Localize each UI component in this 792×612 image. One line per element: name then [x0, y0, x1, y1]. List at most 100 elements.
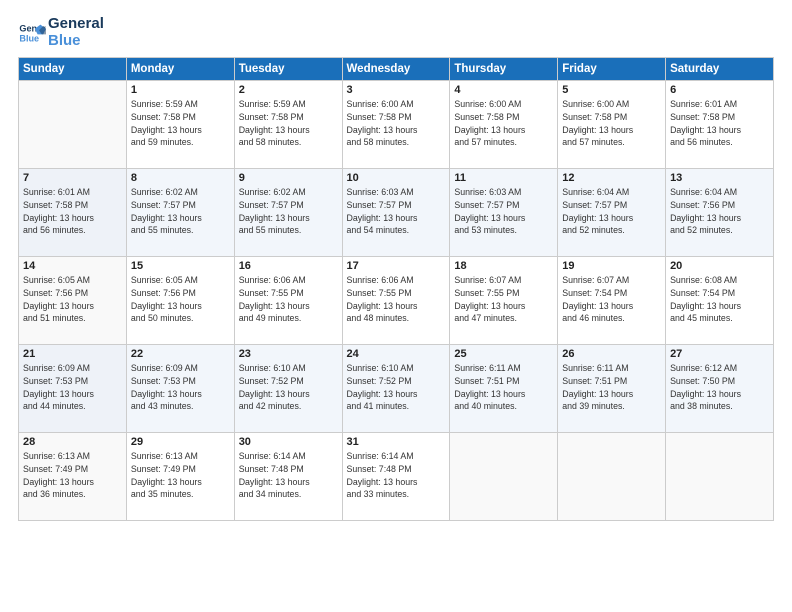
day-number: 4	[454, 84, 553, 96]
calendar-cell: 25 Sunrise: 6:11 AMSunset: 7:51 PMDayligh…	[450, 345, 558, 433]
day-number: 14	[23, 260, 122, 272]
day-number: 31	[347, 436, 446, 448]
weekday-header-sunday: Sunday	[19, 58, 127, 81]
page-header: General Blue General Blue	[18, 16, 774, 49]
day-info: Sunrise: 6:04 AMSunset: 7:56 PMDaylight:…	[670, 186, 769, 237]
logo-icon: General Blue	[18, 19, 46, 47]
calendar-cell: 17 Sunrise: 6:06 AMSunset: 7:55 PMDayligh…	[342, 257, 450, 345]
calendar-cell: 28 Sunrise: 6:13 AMSunset: 7:49 PMDayligh…	[19, 433, 127, 521]
weekday-header-friday: Friday	[558, 58, 666, 81]
calendar-cell: 27 Sunrise: 6:12 AMSunset: 7:50 PMDayligh…	[666, 345, 774, 433]
day-number: 19	[562, 260, 661, 272]
calendar-cell: 18 Sunrise: 6:07 AMSunset: 7:55 PMDayligh…	[450, 257, 558, 345]
day-number: 21	[23, 348, 122, 360]
calendar-cell: 15 Sunrise: 6:05 AMSunset: 7:56 PMDayligh…	[126, 257, 234, 345]
day-info: Sunrise: 6:04 AMSunset: 7:57 PMDaylight:…	[562, 186, 661, 237]
calendar-cell: 6Sunrise: 6:01 AMSunset: 7:58 PMDaylight…	[666, 81, 774, 169]
day-info: Sunrise: 6:02 AMSunset: 7:57 PMDaylight:…	[131, 186, 230, 237]
day-info: Sunrise: 6:05 AMSunset: 7:56 PMDaylight:…	[131, 274, 230, 325]
weekday-header-wednesday: Wednesday	[342, 58, 450, 81]
calendar-table: SundayMondayTuesdayWednesdayThursdayFrid…	[18, 57, 774, 521]
day-number: 8	[131, 172, 230, 184]
calendar-cell: 11Sunrise: 6:03 AMSunset: 7:57 PMDayligh…	[450, 169, 558, 257]
calendar-week-row: 1 Sunrise: 5:59 AMSunset: 7:58 PMDaylight…	[19, 81, 774, 169]
calendar-cell: 26 Sunrise: 6:11 AMSunset: 7:51 PMDayligh…	[558, 345, 666, 433]
day-number: 28	[23, 436, 122, 448]
day-number: 5	[562, 84, 661, 96]
weekday-header-saturday: Saturday	[666, 58, 774, 81]
day-number: 22	[131, 348, 230, 360]
day-info: Sunrise: 6:14 AMSunset: 7:48 PMDaylight:…	[347, 450, 446, 501]
day-number: 9	[239, 172, 338, 184]
day-number: 3	[347, 84, 446, 96]
day-info: Sunrise: 6:11 AMSunset: 7:51 PMDaylight:…	[454, 362, 553, 413]
day-info: Sunrise: 6:00 AMSunset: 7:58 PMDaylight:…	[562, 98, 661, 149]
calendar-cell: 9 Sunrise: 6:02 AMSunset: 7:57 PMDaylight…	[234, 169, 342, 257]
day-info: Sunrise: 6:09 AMSunset: 7:53 PMDaylight:…	[131, 362, 230, 413]
day-info: Sunrise: 5:59 AMSunset: 7:58 PMDaylight:…	[239, 98, 338, 149]
weekday-header-row: SundayMondayTuesdayWednesdayThursdayFrid…	[19, 58, 774, 81]
calendar-week-row: 28 Sunrise: 6:13 AMSunset: 7:49 PMDayligh…	[19, 433, 774, 521]
calendar-cell: 8 Sunrise: 6:02 AMSunset: 7:57 PMDaylight…	[126, 169, 234, 257]
calendar-week-row: 7 Sunrise: 6:01 AMSunset: 7:58 PMDaylight…	[19, 169, 774, 257]
calendar-cell: 24 Sunrise: 6:10 AMSunset: 7:52 PMDayligh…	[342, 345, 450, 433]
day-number: 18	[454, 260, 553, 272]
day-number: 2	[239, 84, 338, 96]
day-info: Sunrise: 6:13 AMSunset: 7:49 PMDaylight:…	[131, 450, 230, 501]
day-number: 6	[670, 84, 769, 96]
day-info: Sunrise: 6:05 AMSunset: 7:56 PMDaylight:…	[23, 274, 122, 325]
weekday-header-thursday: Thursday	[450, 58, 558, 81]
day-number: 10	[347, 172, 446, 184]
day-number: 20	[670, 260, 769, 272]
day-number: 7	[23, 172, 122, 184]
calendar-cell: 4 Sunrise: 6:00 AMSunset: 7:58 PMDaylight…	[450, 81, 558, 169]
calendar-cell: 20Sunrise: 6:08 AMSunset: 7:54 PMDayligh…	[666, 257, 774, 345]
weekday-header-tuesday: Tuesday	[234, 58, 342, 81]
day-info: Sunrise: 6:01 AMSunset: 7:58 PMDaylight:…	[23, 186, 122, 237]
day-number: 12	[562, 172, 661, 184]
day-info: Sunrise: 6:09 AMSunset: 7:53 PMDaylight:…	[23, 362, 122, 413]
calendar-week-row: 21 Sunrise: 6:09 AMSunset: 7:53 PMDayligh…	[19, 345, 774, 433]
day-number: 1	[131, 84, 230, 96]
day-info: Sunrise: 6:06 AMSunset: 7:55 PMDaylight:…	[347, 274, 446, 325]
calendar-cell: 12 Sunrise: 6:04 AMSunset: 7:57 PMDayligh…	[558, 169, 666, 257]
day-number: 24	[347, 348, 446, 360]
calendar-cell: 1Sunrise: 5:59 AMSunset: 7:58 PMDaylight…	[126, 81, 234, 169]
day-number: 25	[454, 348, 553, 360]
day-info: Sunrise: 6:14 AMSunset: 7:48 PMDaylight:…	[239, 450, 338, 501]
logo-text-line1: General	[48, 16, 104, 33]
day-number: 17	[347, 260, 446, 272]
calendar-cell: 5 Sunrise: 6:00 AMSunset: 7:58 PMDaylight…	[558, 81, 666, 169]
calendar-cell: 13Sunrise: 6:04 AMSunset: 7:56 PMDayligh…	[666, 169, 774, 257]
day-info: Sunrise: 6:11 AMSunset: 7:51 PMDaylight:…	[562, 362, 661, 413]
calendar-cell: 29 Sunrise: 6:13 AMSunset: 7:49 PMDayligh…	[126, 433, 234, 521]
calendar-cell: 7 Sunrise: 6:01 AMSunset: 7:58 PMDaylight…	[19, 169, 127, 257]
logo-text-line2: Blue	[48, 33, 104, 50]
day-number: 30	[239, 436, 338, 448]
calendar-cell: 19Sunrise: 6:07 AMSunset: 7:54 PMDayligh…	[558, 257, 666, 345]
calendar-cell: 16Sunrise: 6:06 AMSunset: 7:55 PMDayligh…	[234, 257, 342, 345]
calendar-cell: 30 Sunrise: 6:14 AMSunset: 7:48 PMDayligh…	[234, 433, 342, 521]
calendar-cell: 14 Sunrise: 6:05 AMSunset: 7:56 PMDayligh…	[19, 257, 127, 345]
day-info: Sunrise: 6:12 AMSunset: 7:50 PMDaylight:…	[670, 362, 769, 413]
logo: General Blue General Blue	[18, 16, 104, 49]
calendar-cell: 3 Sunrise: 6:00 AMSunset: 7:58 PMDaylight…	[342, 81, 450, 169]
calendar-cell	[450, 433, 558, 521]
calendar-cell	[19, 81, 127, 169]
day-info: Sunrise: 6:07 AMSunset: 7:55 PMDaylight:…	[454, 274, 553, 325]
day-info: Sunrise: 6:10 AMSunset: 7:52 PMDaylight:…	[347, 362, 446, 413]
calendar-week-row: 14 Sunrise: 6:05 AMSunset: 7:56 PMDayligh…	[19, 257, 774, 345]
day-number: 23	[239, 348, 338, 360]
day-info: Sunrise: 6:00 AMSunset: 7:58 PMDaylight:…	[347, 98, 446, 149]
day-info: Sunrise: 6:02 AMSunset: 7:57 PMDaylight:…	[239, 186, 338, 237]
day-info: Sunrise: 6:00 AMSunset: 7:58 PMDaylight:…	[454, 98, 553, 149]
day-number: 27	[670, 348, 769, 360]
day-number: 15	[131, 260, 230, 272]
day-number: 26	[562, 348, 661, 360]
day-number: 29	[131, 436, 230, 448]
day-number: 11	[454, 172, 553, 184]
weekday-header-monday: Monday	[126, 58, 234, 81]
day-info: Sunrise: 6:03 AMSunset: 7:57 PMDaylight:…	[347, 186, 446, 237]
calendar-cell	[666, 433, 774, 521]
day-info: Sunrise: 6:13 AMSunset: 7:49 PMDaylight:…	[23, 450, 122, 501]
